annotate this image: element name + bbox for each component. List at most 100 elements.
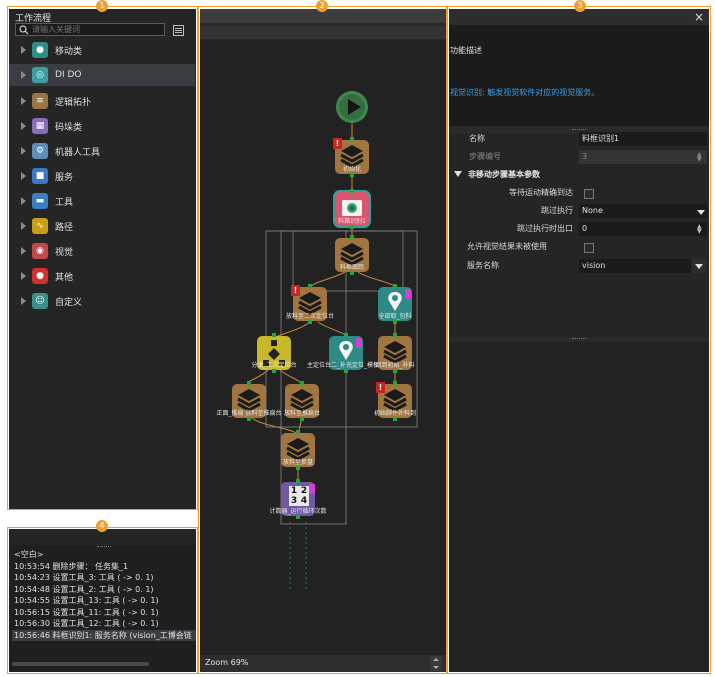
skip-dropdown[interactable]: None [579,204,707,218]
flow-node-label: 放料至推扁台 [283,410,321,417]
counter-digit: 3 [290,496,298,506]
properties-panel: × 功能描述 视觉识别: 触发视觉软件对应的视觉服务。 [449,9,709,672]
search-box[interactable] [15,23,165,36]
input-port[interactable] [393,381,397,385]
service-dropdown[interactable]: vision [579,259,691,273]
expand-arrow-icon[interactable] [21,46,26,54]
tree-item[interactable]: ∿ 路径 [9,215,195,237]
output-port[interactable] [300,417,304,421]
skip-dropdown-arrow-icon[interactable] [697,210,705,215]
output-port[interactable] [393,417,397,421]
log-splitter[interactable] [97,546,111,548]
expand-arrow-icon[interactable] [21,172,26,180]
skip-exit-spin-icon[interactable]: ▲ ▼ [697,224,702,235]
input-port[interactable] [393,284,397,288]
tree-item[interactable]: ⚙ 机器人工具 [9,140,195,162]
expand-arrow-icon[interactable] [21,272,26,280]
prop-label-wait: 等待运动精确到达 [509,188,573,197]
prop-label-allow: 允许视觉结果未被使用 [467,242,547,251]
input-port[interactable] [300,381,304,385]
service-dropdown-button[interactable] [692,259,706,273]
expand-arrow-icon[interactable] [21,297,26,305]
tree-item[interactable]: ◉ 视觉 [9,240,195,262]
flow-node-label: 放料至抓盘 [282,459,314,466]
log-line: 10:56:15 设置工具_11: 工具 ( -> 0. 1) [14,607,159,617]
output-port[interactable] [393,369,397,373]
input-port[interactable] [344,333,348,337]
input-port[interactable] [350,137,354,141]
custom-user-icon: ☺ [32,293,48,309]
input-port[interactable] [296,430,300,434]
tree-item-label: 视觉 [55,247,74,258]
tree-item-label: 其他 [55,272,74,283]
prop-label-service: 服务名称 [467,261,499,270]
tree-item[interactable]: ▦ 码垛类 [9,115,195,137]
zoom-stepper[interactable] [430,656,442,671]
start-node[interactable] [336,91,368,123]
tree-item[interactable]: ● 其他 [9,265,195,287]
output-port[interactable] [393,320,397,324]
tree-item[interactable]: ◎ DI DO [9,64,195,86]
expand-arrow-icon[interactable] [21,122,26,130]
wait-checkbox[interactable] [584,189,594,199]
prop-row-name: 名称 料框识别1 [449,130,709,148]
log-line: 10:54:23 设置工具_3: 工具 ( -> 0. 1) [14,573,154,582]
flow-node-label: 分类_二次定位台 [251,362,297,369]
log-line: <空白> [14,550,44,559]
expand-arrow-icon[interactable] [21,71,26,79]
input-port[interactable] [350,235,354,239]
tree-item[interactable]: ≡ 逻辑拓扑 [9,90,195,112]
input-port[interactable] [350,189,354,193]
expand-arrow-icon[interactable] [21,222,26,230]
prop-label-step: 步骤编号 [469,152,501,161]
expand-arrow-icon[interactable] [21,247,26,255]
tree-item-label: 工具 [55,197,74,208]
allow-unused-checkbox[interactable] [584,243,594,253]
flow-node-label: 全部取_包料 [378,313,412,320]
canvas-subheader [200,26,446,39]
expand-arrow-icon[interactable] [21,197,26,205]
output-port[interactable] [308,320,312,324]
group-title: 非移动步骤基本参数 [468,170,540,179]
output-port[interactable] [350,173,354,177]
step-spin-icon: ▲ ▼ [697,151,702,163]
close-icon[interactable]: × [694,10,704,24]
prop-row-skip-exit: 跳过执行时出口 0 ▲ ▼ [449,220,709,238]
description-text: 视觉识别: 触发视觉软件对应的视觉服务。 [450,88,600,97]
prop-row-service: 服务名称 vision [449,257,709,275]
tree-item[interactable]: ■ 服务 [9,165,195,187]
log-line: 10:54:55 设置工具_13: 工具 ( -> 0. 1) [14,596,159,605]
log-line: 10:56:30 设置工具_12: 工具 ( -> 0. 1) [14,619,159,628]
tree-item[interactable]: ☺ 自定义 [9,290,195,312]
skip-exit-field[interactable]: 0 [579,222,707,236]
output-port[interactable] [272,369,276,373]
input-port[interactable] [247,381,251,385]
output-port[interactable] [296,515,300,519]
output-port[interactable] [247,417,251,421]
properties-empty-area [449,342,709,672]
flow-node-label: 料箱识别1 [338,218,366,225]
output-port[interactable] [296,466,300,470]
output-port[interactable] [350,225,354,229]
tree-item[interactable]: ● 移动类 [9,39,195,61]
list-view-icon[interactable] [173,25,184,36]
name-field[interactable]: 料框识别1 [579,132,707,146]
expand-arrow-icon[interactable] [21,147,26,155]
input-port[interactable] [272,333,276,337]
log-scrollbar[interactable] [12,662,149,666]
log-line: 10:56:46 料框识别1: 服务名称 (vision_工博会链 [12,629,196,641]
expand-arrow-icon[interactable] [21,97,26,105]
input-port[interactable] [393,333,397,337]
output-port[interactable] [344,369,348,373]
path-icon: ∿ [32,218,48,234]
counter-digit: 4 [300,496,308,506]
location-pin-icon: ● [32,42,48,58]
input-port[interactable] [308,284,312,288]
input-port[interactable] [296,479,300,483]
output-port[interactable] [350,271,354,275]
search-input[interactable] [32,24,160,35]
tree-item[interactable]: ▬ 工具 [9,190,195,212]
collapse-triangle-icon[interactable] [454,171,462,177]
prop-group-header[interactable]: 非移动步骤基本参数 [449,166,709,184]
tree-item-label: 逻辑拓扑 [55,97,92,108]
